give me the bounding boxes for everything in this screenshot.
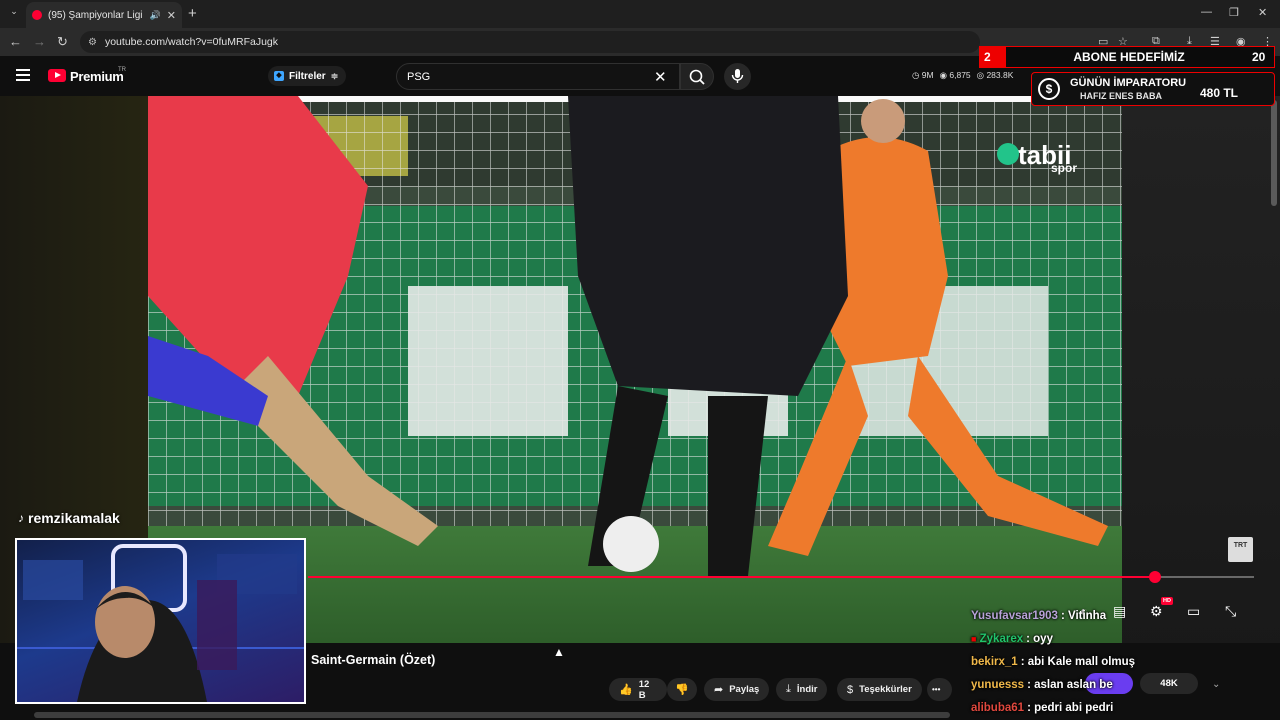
browser-tab[interactable]: (95) Şampiyonlar Ligi 3. Haf 🔊 ✕ — [26, 2, 182, 28]
tab-search-icon[interactable]: ⌄ — [6, 6, 22, 22]
top-donor-widget: $ GÜNÜN İMPARATORU HAFIZ ENES BABA 480 T… — [1031, 72, 1275, 106]
chat-user: Zykarex — [979, 633, 1024, 645]
chat-message: alibuba61: pedri abi pedri — [971, 702, 1113, 714]
subtitles-icon[interactable]: ▤ — [1113, 603, 1126, 620]
tiktok-icon: ♪ — [18, 511, 24, 525]
sliders-icon: ≑ — [330, 70, 339, 81]
share-arrow-icon: ➦ — [714, 684, 724, 696]
voice-search-button[interactable] — [724, 63, 751, 90]
chat-user: bekirx_1 — [971, 656, 1018, 668]
microphone-icon — [731, 69, 744, 83]
chat-user: alibuba61 — [971, 702, 1025, 714]
search-button[interactable] — [680, 63, 714, 90]
chat-text: : oyy — [1026, 633, 1053, 645]
back-icon[interactable]: ← — [9, 34, 22, 49]
thumbs-up-icon: 👍 — [619, 684, 633, 696]
trt-spor-logo: TRT — [1228, 537, 1253, 562]
dollar-coin-icon: $ — [1038, 78, 1060, 100]
settings-gear-icon[interactable]: ⚙ — [1150, 603, 1163, 620]
top-donor-name: HAFIZ ENES BABA — [1080, 91, 1163, 101]
subscriber-goal-widget: 2 ABONE HEDEFİMİZ 20 — [979, 46, 1275, 68]
stream-stats: ◷ 9M ◉ 6,875 ◎ 283.8K — [912, 70, 1013, 81]
download-label: İndir — [796, 684, 818, 695]
chat-message: ■ Zykarex: oyy — [971, 633, 1053, 645]
thumbs-down-icon: 👎 — [675, 684, 689, 696]
reload-icon[interactable]: ↻ — [57, 34, 68, 50]
address-bar[interactable]: ⚙ youtube.com/watch?v=0fuMRFaJugk — [80, 31, 980, 53]
horizontal-scrollbar[interactable] — [34, 712, 950, 718]
filters-label: Filtreler — [289, 70, 326, 82]
vertical-scrollbar[interactable] — [1271, 100, 1277, 206]
search-icon — [689, 69, 705, 85]
chat-message: yunuesss: aslan aslan be — [971, 679, 1113, 691]
chevron-down-icon[interactable]: ⌄ — [1212, 679, 1220, 690]
chat-text: : Vitinha — [1060, 610, 1107, 622]
share-button[interactable]: ➦ Paylaş — [704, 678, 770, 701]
search-value: PSG — [407, 70, 431, 83]
top-donor-amount: 480 TL — [1200, 86, 1239, 100]
forward-icon[interactable]: → — [33, 34, 46, 49]
filter-extension-icon: ◆ — [274, 71, 284, 81]
tab-title: (95) Şampiyonlar Ligi 3. Haf — [48, 9, 144, 21]
download-button[interactable]: ⤓ İndir — [776, 678, 828, 701]
share-label: Paylaş — [729, 684, 760, 695]
youtube-favicon-icon — [32, 10, 42, 20]
url-text: youtube.com/watch?v=0fuMRFaJugk — [104, 36, 279, 48]
close-window-icon[interactable]: ✕ — [1258, 6, 1267, 19]
new-tab-button[interactable]: + — [188, 5, 197, 22]
hd-badge: HD — [1161, 597, 1173, 605]
chat-text: : pedri abi pedri — [1027, 702, 1114, 714]
chat-text: : abi Kale mall olmuş — [1020, 656, 1136, 668]
thanks-button[interactable]: $ Teşekkürler — [837, 678, 922, 701]
top-donor-title: GÜNÜN İMPARATORU — [1070, 77, 1187, 89]
chat-message: Yusufavsar1903: Vitinha — [971, 610, 1106, 622]
site-info-icon[interactable]: ⚙ — [88, 37, 97, 48]
video-title: Saint-Germain (Özet) — [311, 653, 436, 667]
minimize-icon[interactable]: — — [1201, 6, 1212, 18]
clear-search-icon[interactable]: ✕ — [654, 68, 667, 86]
progress-fill — [308, 576, 1155, 578]
chat-message: bekirx_1: abi Kale mall olmuş — [971, 656, 1135, 668]
more-actions-button[interactable]: ••• — [927, 678, 952, 701]
super-thanks-icon: $ — [847, 683, 854, 696]
restore-icon[interactable]: ❐ — [1229, 6, 1239, 19]
audio-icon[interactable]: 🔊 — [150, 10, 161, 21]
tab-close-icon[interactable]: ✕ — [167, 9, 176, 22]
filters-button[interactable]: ◆ Filtreler ≑ — [268, 66, 347, 86]
search-input[interactable]: PSG — [396, 63, 680, 90]
sub-goal-current: 2 — [980, 47, 1006, 67]
sub-goal-label: ABONE HEDEFİMİZ — [1073, 50, 1185, 64]
chat-text: : aslan aslan be — [1027, 679, 1113, 691]
chat-like-pill[interactable]: 48K — [1140, 673, 1198, 694]
download-arrow-icon: ⤓ — [786, 683, 791, 695]
svg-text:spor: spor — [1051, 161, 1077, 175]
country-code: TR — [118, 67, 126, 73]
theater-mode-icon[interactable]: ▭ — [1187, 603, 1200, 620]
like-count: ◉ 6,875 — [939, 70, 971, 80]
guide-menu-icon[interactable] — [16, 69, 30, 81]
fullscreen-icon[interactable]: ⤡ — [1225, 603, 1236, 620]
member-badge-icon: ■ — [971, 634, 977, 644]
like-count-label: 12 B — [638, 678, 650, 701]
viewer-count: ◷ 9M — [912, 70, 934, 80]
tiktok-handle: ♪ remzikamalak — [18, 510, 120, 526]
streamer-webcam — [15, 538, 306, 704]
player-right-margin — [1122, 96, 1280, 720]
youtube-brand[interactable]: Premium — [70, 69, 124, 84]
youtube-logo-icon[interactable] — [48, 69, 66, 82]
chat-user: yunuesss — [971, 679, 1025, 691]
progress-scrubber[interactable] — [1148, 571, 1161, 583]
chat-user: Yusufavsar1903 — [971, 610, 1058, 622]
thanks-label: Teşekkürler — [859, 684, 912, 695]
webcam-scene — [17, 544, 304, 702]
view-count: ◎ 283.8K — [976, 70, 1014, 80]
sub-goal-target: 20 — [1252, 50, 1266, 64]
like-button[interactable]: 👍 12 B — [609, 678, 667, 701]
dislike-button[interactable]: 👎 — [667, 678, 697, 701]
mouse-cursor-icon: ▲ — [553, 645, 565, 659]
tiktok-username: remzikamalak — [28, 510, 120, 526]
